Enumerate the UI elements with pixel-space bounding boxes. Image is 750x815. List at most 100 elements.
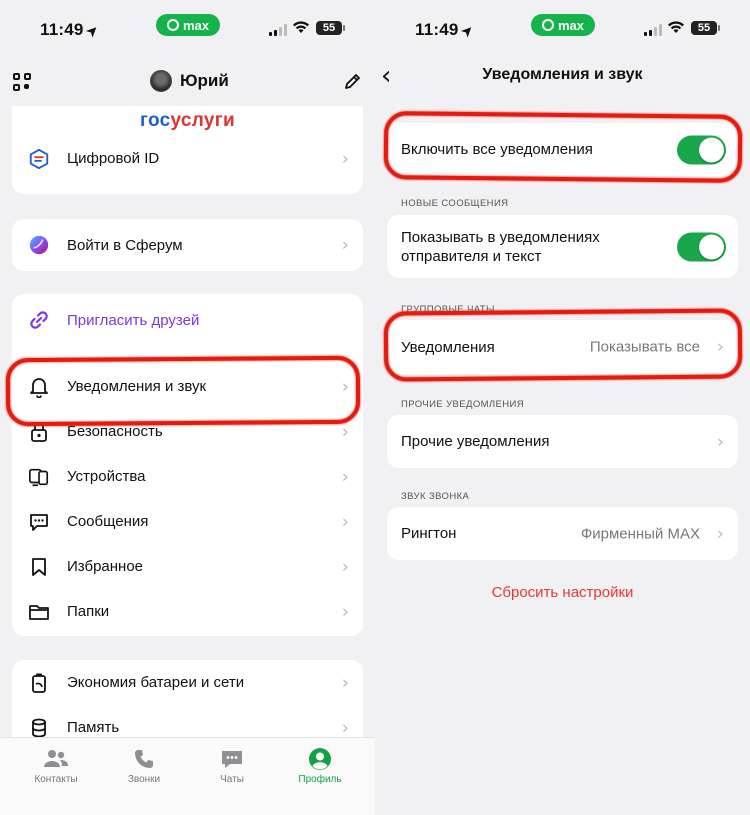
bell-icon [28, 376, 50, 398]
menu-item-digital-id[interactable]: Цифровой ID › [12, 136, 363, 181]
profile-screen: 11:49➤ max 55 Юрий госуслуги Цифровой ID… [0, 0, 375, 815]
enable-all-card: Включить все уведомления [387, 123, 738, 176]
section-new-messages: НОВЫЕ СООБЩЕНИЯ [401, 198, 509, 209]
notifications-screen: 11:49➤ max 55 ‹ Уведомления и звук Включ… [375, 0, 750, 815]
chevron-right-icon: › [716, 431, 724, 452]
tab-label: Звонки [127, 774, 161, 785]
message-icon [28, 511, 50, 533]
menu-item-devices[interactable]: Устройства › [12, 454, 363, 499]
chevron-right-icon: › [716, 336, 724, 358]
show-sender-label: Показывать в уведомлениях отправителя и … [401, 228, 600, 265]
nav-bar: ‹ Уведомления и звук [375, 60, 750, 104]
bookmark-icon [28, 556, 50, 578]
menu-label: Экономия батареи и сети [67, 674, 245, 691]
battery-icon: 55 [691, 21, 720, 35]
chevron-right-icon: › [341, 234, 349, 256]
phone-icon [104, 744, 184, 774]
chevron-right-icon: › [341, 672, 349, 693]
tab-calls[interactable]: Звонки [104, 744, 184, 785]
signal-icon [269, 24, 287, 36]
page-title: Уведомления и звук [482, 66, 643, 83]
section-group-chats: ГРУППОВЫЕ ЧАТЫ [401, 304, 495, 315]
reset-settings-button[interactable]: Сбросить настройки [375, 584, 750, 601]
menu-item-sferum[interactable]: Войти в Сферум › [12, 219, 363, 271]
ringtone-label: Рингтон [401, 525, 457, 542]
tab-contacts[interactable]: Контакты [16, 744, 96, 785]
enable-all-toggle[interactable] [677, 135, 726, 164]
chat-bubble-icon [192, 744, 272, 774]
battery-icon: 55 [316, 21, 345, 35]
show-sender-row[interactable]: Показывать в уведомлениях отправителя и … [387, 215, 738, 278]
ringtone-value: Фирменный MAX [580, 525, 700, 542]
menu-label: Безопасность [67, 423, 163, 440]
chevron-right-icon: › [716, 523, 724, 544]
status-time: 11:49➤ [40, 20, 101, 40]
menu-item-battery-saving[interactable]: Экономия батареи и сети › [12, 660, 363, 705]
sferum-icon [28, 234, 50, 256]
status-time: 11:49➤ [415, 20, 476, 40]
chevron-right-icon: › [341, 601, 349, 622]
section-other-notifications: ПРОЧИЕ УВЕДОМЛЕНИЯ [401, 399, 525, 410]
menu-item-notifications[interactable]: Уведомления и звук › [12, 364, 363, 409]
link-icon [28, 309, 50, 331]
location-arrow-icon: ➤ [457, 21, 476, 40]
folder-icon [28, 601, 50, 623]
sferum-card: Войти в Сферум › [12, 219, 363, 271]
group-notifications-row[interactable]: Уведомления Показывать все › [387, 320, 738, 374]
tab-label: Чаты [220, 774, 244, 785]
chevron-right-icon: › [341, 421, 349, 442]
wifi-icon [668, 21, 684, 33]
tab-profile[interactable]: Профиль [280, 744, 360, 785]
chevron-right-icon: › [341, 511, 349, 532]
tab-label: Профиль [298, 774, 342, 785]
other-notifications-label: Прочие уведомления [401, 433, 550, 450]
database-icon [28, 717, 50, 739]
enable-all-label: Включить все уведомления [401, 141, 593, 158]
user-name: Юрий [180, 71, 229, 90]
profile-icon [280, 744, 360, 774]
chevron-right-icon: › [341, 717, 349, 738]
menu-item-folders[interactable]: Папки › [12, 589, 363, 634]
tab-label: Контакты [34, 774, 78, 785]
menu-label: Цифровой ID [67, 150, 160, 167]
group-notifications-value: Показывать все [589, 338, 700, 356]
digital-id-icon [28, 148, 50, 170]
menu-label: Войти в Сферум [67, 236, 183, 254]
section-ringtone: ЗВУК ЗВОНКА [401, 491, 470, 502]
other-notifications-row[interactable]: Прочие уведомления › [387, 415, 738, 468]
tab-chats[interactable]: Чаты [192, 744, 272, 785]
menu-item-messages[interactable]: Сообщения › [12, 499, 363, 544]
user-profile[interactable]: Юрий [150, 70, 229, 92]
menu-label: Сообщения [67, 513, 149, 530]
tab-bar: Контакты Звонки Чаты Профиль [0, 737, 375, 815]
chevron-right-icon: › [341, 376, 349, 397]
menu-label: Папки [67, 603, 110, 620]
menu-item-security[interactable]: Безопасность › [12, 409, 363, 454]
qr-code-icon[interactable] [13, 73, 31, 91]
menu-item-favorites[interactable]: Избранное › [12, 544, 363, 589]
ringtone-row[interactable]: Рингтон Фирменный MAX › [387, 507, 738, 560]
menu-item-invite[interactable]: Пригласить друзей [12, 294, 363, 346]
other-notifications-card: Прочие уведомления › [387, 415, 738, 468]
chevron-right-icon: › [341, 148, 349, 169]
avatar [150, 70, 172, 92]
group-chats-card: Уведомления Показывать все › [387, 320, 738, 374]
group-notifications-label: Уведомления [401, 338, 495, 356]
new-messages-card: Показывать в уведомлениях отправителя и … [387, 215, 738, 278]
gosuslugi-card: госуслуги Цифровой ID › [12, 106, 363, 194]
max-logo-icon [166, 19, 179, 31]
max-pill[interactable]: max [156, 14, 220, 36]
ringtone-card: Рингтон Фирменный MAX › [387, 507, 738, 560]
signal-icon [644, 24, 662, 36]
show-sender-toggle[interactable] [677, 232, 726, 261]
menu-label: Избранное [67, 558, 144, 575]
enable-all-row[interactable]: Включить все уведомления [387, 123, 738, 176]
location-arrow-icon: ➤ [82, 21, 101, 40]
max-logo-icon [541, 19, 554, 31]
status-bar: 11:49➤ max 55 [0, 0, 375, 60]
max-pill[interactable]: max [531, 14, 595, 36]
gosuslugi-logo: госуслуги [140, 110, 235, 131]
edit-pencil-icon[interactable] [342, 72, 362, 92]
status-bar: 11:49➤ max 55 [375, 0, 750, 60]
